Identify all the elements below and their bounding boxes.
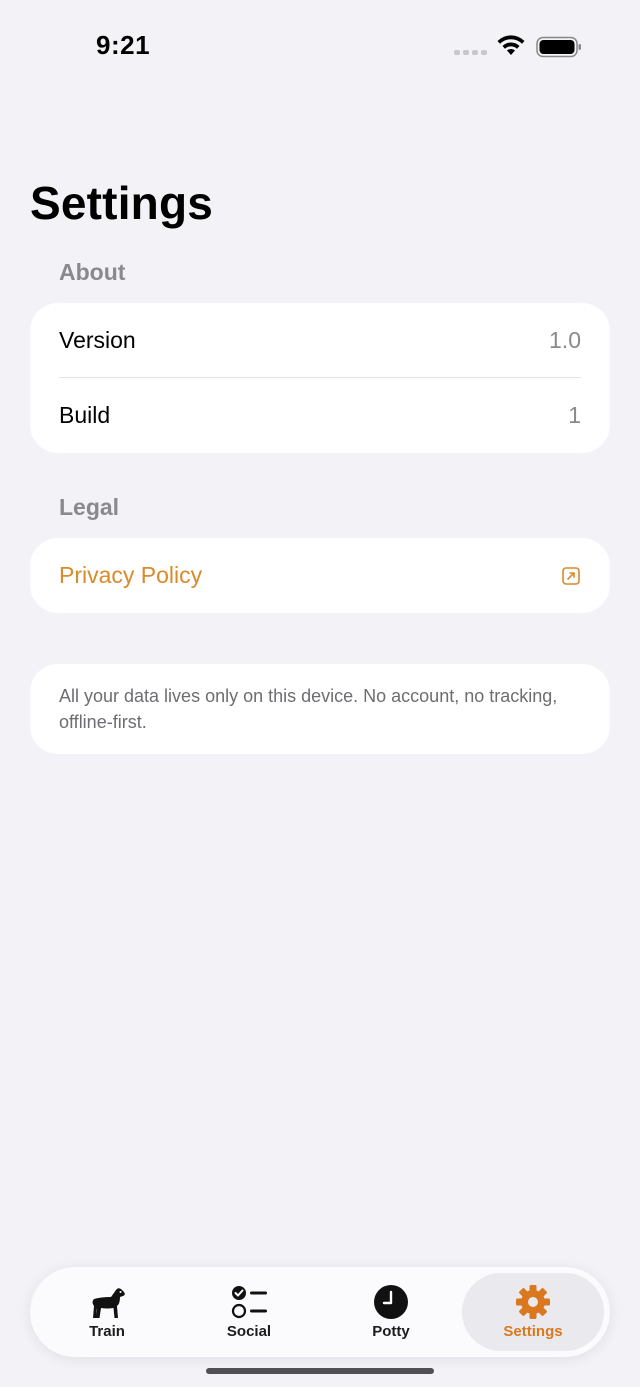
build-value: 1	[568, 402, 581, 428]
status-time: 9:21	[96, 30, 151, 60]
checklist-icon	[231, 1286, 267, 1319]
version-label: Version	[59, 327, 136, 353]
tab-bar: Train Social Potty Settings	[30, 1267, 610, 1357]
tab-potty[interactable]: Potty	[320, 1273, 462, 1351]
battery-icon	[536, 36, 581, 58]
external-link-icon	[562, 566, 580, 585]
tab-train[interactable]: Train	[36, 1273, 178, 1351]
tab-label-train: Train	[89, 1323, 125, 1340]
version-value: 1.0	[549, 327, 581, 353]
cellular-signal-icon	[454, 50, 487, 55]
privacy-policy-row[interactable]: Privacy Policy	[30, 538, 610, 613]
section-header-legal: Legal	[59, 494, 120, 520]
tab-settings[interactable]: Settings	[462, 1273, 604, 1351]
settings-screen: 9:21 Settings About Version 1.0 Build 1 …	[0, 0, 640, 1387]
home-indicator[interactable]	[206, 1368, 434, 1374]
version-row: Version 1.0	[30, 303, 610, 378]
tab-label-settings: Settings	[503, 1323, 563, 1340]
tab-social[interactable]: Social	[178, 1273, 320, 1351]
clock-icon	[374, 1285, 408, 1319]
gear-icon	[516, 1285, 550, 1319]
page-title: Settings	[30, 177, 214, 229]
privacy-note-text: All your data lives only on this device.…	[59, 686, 558, 732]
tab-label-potty: Potty	[372, 1323, 410, 1340]
section-header-about: About	[59, 259, 126, 285]
legal-card: Privacy Policy	[30, 538, 610, 613]
privacy-policy-link[interactable]: Privacy Policy	[59, 562, 202, 589]
dog-icon	[92, 1288, 125, 1318]
about-card: Version 1.0 Build 1	[30, 303, 610, 453]
wifi-icon	[497, 35, 525, 55]
privacy-note-card: All your data lives only on this device.…	[30, 664, 610, 754]
tab-label-social: Social	[226, 1323, 272, 1340]
build-label: Build	[59, 402, 111, 428]
build-row: Build 1	[30, 378, 610, 453]
status-bar: 9:21	[0, 0, 640, 94]
